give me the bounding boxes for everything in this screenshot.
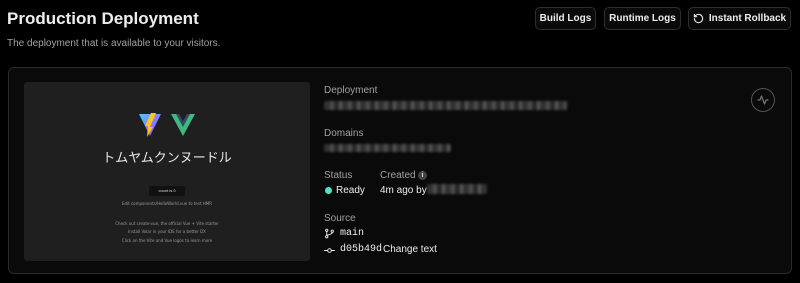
count-button[interactable]: count is 0	[149, 186, 185, 196]
runtime-logs-button[interactable]: Runtime Logs	[604, 7, 681, 30]
created-label: Created	[380, 170, 416, 181]
git-branch-icon	[325, 228, 334, 239]
rotate-ccw-icon	[693, 13, 704, 24]
vite-vue-logos	[139, 113, 195, 137]
commit-hash[interactable]: d05b49d	[340, 244, 382, 255]
status-dot	[325, 187, 332, 194]
branch-name[interactable]: main	[340, 228, 364, 239]
domains-label: Domains	[324, 128, 364, 139]
author-redacted[interactable]	[427, 184, 487, 194]
page-title: Production Deployment	[7, 9, 199, 28]
activity-icon	[757, 95, 769, 105]
deployment-url-redacted[interactable]	[324, 101, 567, 110]
preview-edit-line: Edit components/HelloWorld.vue to test H…	[121, 201, 213, 206]
preview-click-line: Click on the Vite and Vue logos to learn…	[121, 238, 213, 243]
build-logs-button[interactable]: Build Logs	[535, 7, 596, 30]
activity-button[interactable]	[751, 88, 775, 112]
page-subtitle: The deployment that is available to your…	[7, 38, 221, 49]
preview-heading: トムヤムクンヌードル	[102, 151, 232, 166]
deployment-card: トムヤムクンヌードル count is 0 Edit components/He…	[8, 67, 792, 274]
commit-message: Change text	[383, 244, 437, 255]
domain-redacted[interactable]	[324, 144, 451, 152]
instant-rollback-button[interactable]: Instant Rollback	[688, 7, 791, 30]
created-value: 4m ago by	[380, 185, 427, 196]
runtime-logs-label: Runtime Logs	[609, 13, 676, 24]
info-icon[interactable]: i	[418, 171, 427, 180]
source-label: Source	[324, 213, 356, 224]
preview-install-line: Install Volar in your IDE for a better D…	[128, 229, 206, 234]
status-label: Status	[324, 170, 353, 181]
deployment-label: Deployment	[324, 85, 378, 96]
status-value: Ready	[336, 185, 365, 196]
git-commit-icon	[324, 248, 335, 253]
instant-rollback-label: Instant Rollback	[708, 13, 787, 24]
build-logs-label: Build Logs	[539, 13, 592, 24]
preview-check-line: Check out create-vue, the official Vue +…	[115, 221, 219, 226]
deployment-preview[interactable]: トムヤムクンヌードル count is 0 Edit components/He…	[24, 82, 310, 261]
